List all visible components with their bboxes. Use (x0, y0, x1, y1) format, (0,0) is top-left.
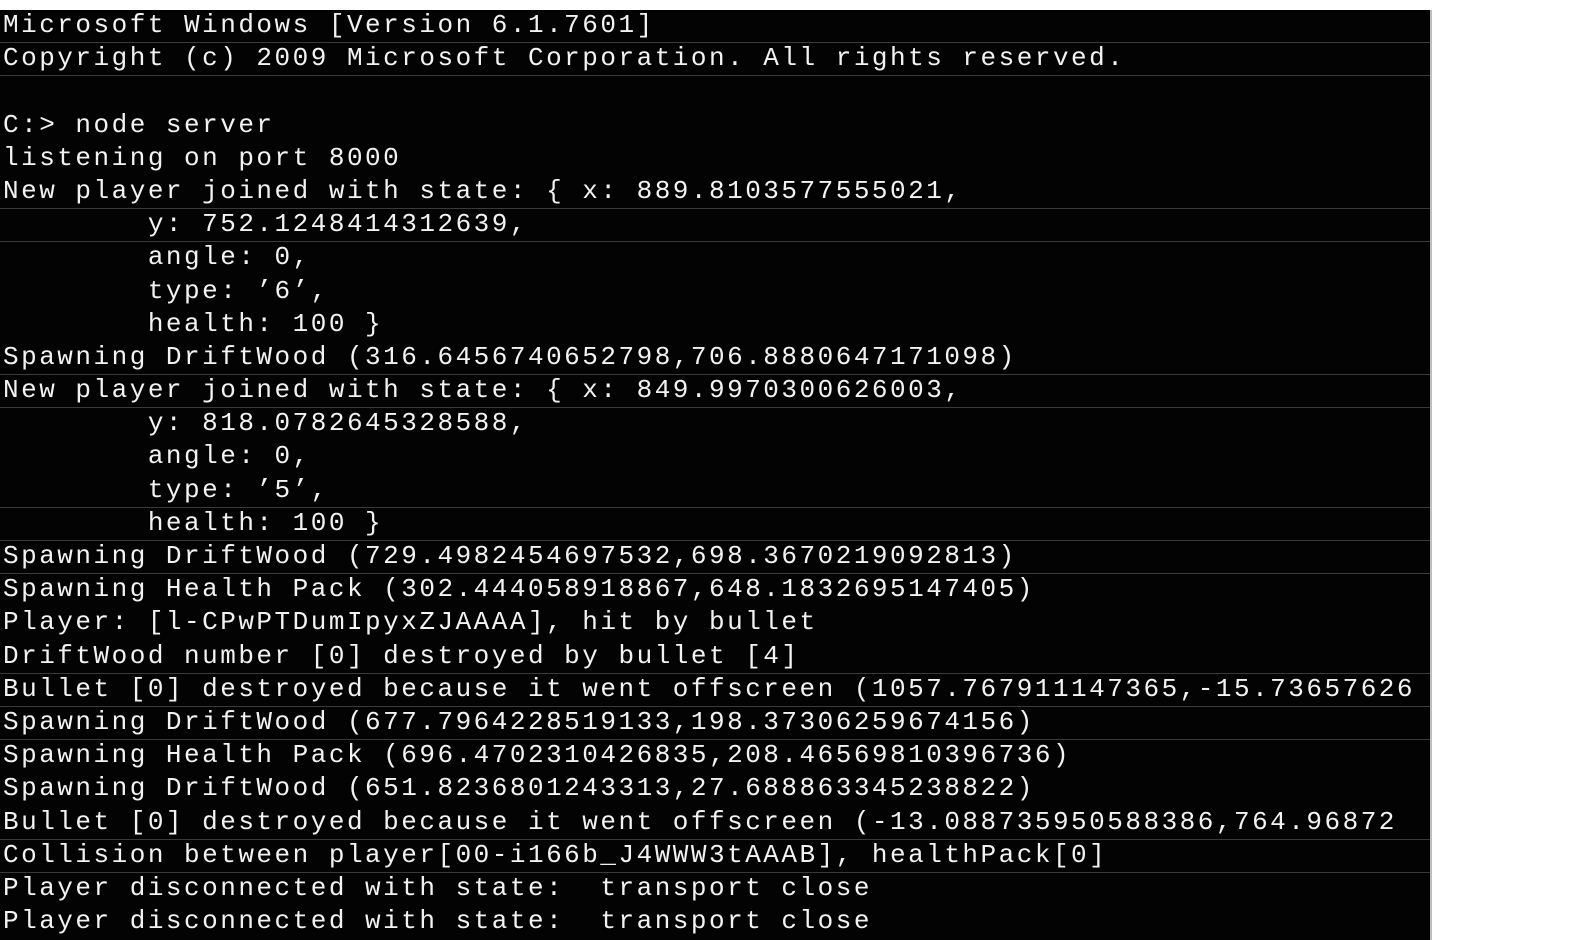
console-line: health: 100 } (0, 508, 1430, 541)
console-line: C:> node server (3, 109, 275, 140)
console-line: type: ’5’, (0, 475, 1430, 508)
console-line: New player joined with state: { x: 849.9… (0, 375, 1430, 409)
console-line: Spawning Health Pack (696.4702310426835,… (3, 740, 1072, 771)
console-line: Spawning DriftWood (651.8236801243313,27… (3, 773, 1035, 804)
console-line: type: ’6’, (3, 275, 329, 306)
console-line: Spawning DriftWood (316.6456740652798,70… (0, 342, 1430, 376)
console-line: Spawning DriftWood (729.4982454697532,69… (0, 541, 1430, 575)
console-line: Bullet [0] destroyed because it went off… (0, 674, 1430, 707)
console-line: Player: [l-CPwPTDumIpyxZJAAAA], hit by b… (3, 607, 818, 638)
console-line: Spawning DriftWood (677.7964228519133,19… (0, 707, 1430, 741)
console-line: health: 100 } (3, 308, 384, 339)
console-line: y: 752.1248414312639, (0, 209, 1430, 243)
console-line: Copyright (c) 2009 Microsoft Corporation… (0, 43, 1430, 77)
console-line: Collision between player[00-i166b_J4WWW3… (0, 840, 1430, 873)
console-line: DriftWood number [0] destroyed by bullet… (0, 641, 1430, 674)
console-line: New player joined with state: { x: 889.8… (0, 176, 1430, 210)
console-line: angle: 0, (3, 242, 311, 273)
console-line: Spawning Health Pack (302.444058918867,6… (3, 574, 1035, 605)
console-line: Player disconnected with state: transpor… (3, 872, 872, 903)
console-line: listening on port 8000 (3, 142, 402, 173)
console-line: y: 818.0782645328588, (3, 408, 528, 439)
console-output[interactable]: Microsoft Windows [Version 6.1.7601] Copy… (0, 10, 1432, 940)
console-line: Player disconnected with state: transpor… (3, 906, 872, 937)
console-line: Microsoft Windows [Version 6.1.7601] (0, 10, 1430, 44)
console-line: angle: 0, (3, 441, 311, 472)
console-line: Bullet [0] destroyed because it went off… (0, 807, 1430, 840)
